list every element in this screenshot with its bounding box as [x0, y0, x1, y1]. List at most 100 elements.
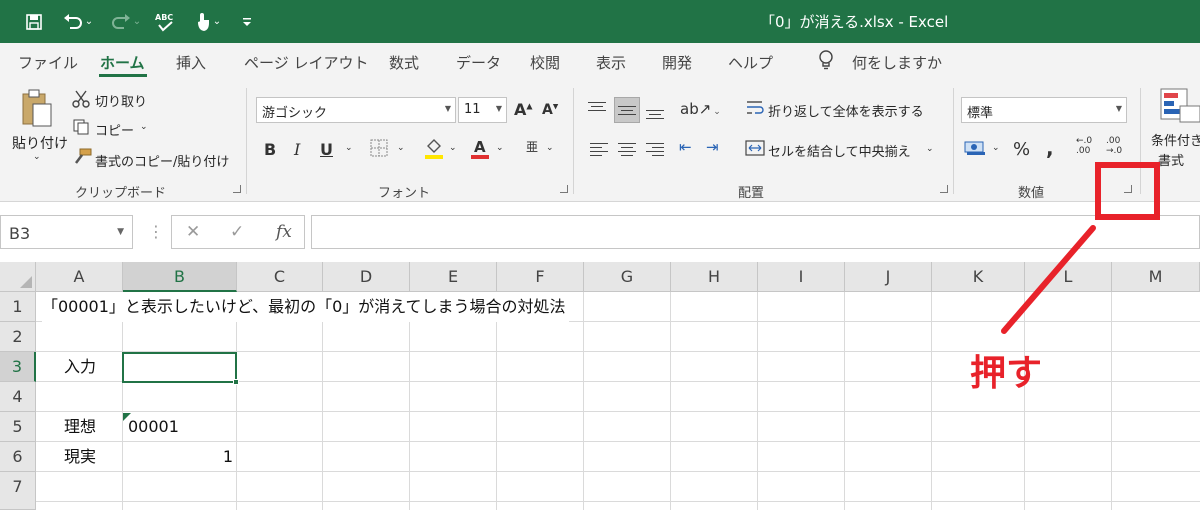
percent-style-button[interactable]: %: [1013, 139, 1030, 160]
cell-b5[interactable]: 00001: [128, 412, 179, 442]
number-format-select[interactable]: 標準 ▼: [961, 97, 1127, 123]
column-header-h[interactable]: H: [671, 262, 758, 292]
row-header-7[interactable]: 7: [0, 472, 36, 510]
decrease-decimal-icon[interactable]: .00 →.0: [1106, 136, 1122, 156]
cancel-icon[interactable]: ✕: [186, 222, 200, 242]
column-header-f[interactable]: F: [497, 262, 584, 292]
underline-dropdown-icon[interactable]: ⌄: [345, 143, 353, 153]
conditional-formatting-button[interactable]: 条件付き: [1151, 130, 1200, 149]
save-icon[interactable]: [22, 0, 46, 43]
tab-formulas[interactable]: 数式: [389, 52, 419, 73]
undo-dropdown-icon[interactable]: ⌄: [85, 16, 93, 27]
font-name-select[interactable]: 游ゴシック ▼: [256, 97, 456, 123]
lightbulb-icon[interactable]: [818, 50, 834, 70]
align-bottom-icon[interactable]: [646, 110, 664, 122]
spellcheck-icon[interactable]: ABC: [152, 0, 180, 43]
wrap-text-button[interactable]: 折り返して全体を表示する: [768, 101, 924, 120]
active-cell-b3[interactable]: [122, 352, 239, 385]
chevron-down-icon[interactable]: ▼: [117, 227, 124, 237]
row-header-4[interactable]: 4: [0, 382, 36, 412]
redo-icon[interactable]: ⌄: [106, 0, 146, 43]
column-header-a[interactable]: A: [36, 262, 123, 292]
format-painter-button[interactable]: 書式のコピー/貼り付け: [95, 151, 229, 170]
cell-a6[interactable]: 現実: [64, 442, 96, 472]
bold-button[interactable]: B: [264, 140, 276, 159]
insert-function-icon[interactable]: fx: [276, 222, 292, 242]
fill-color-dropdown-icon[interactable]: ⌄: [449, 143, 457, 153]
tab-file[interactable]: ファイル: [18, 52, 78, 73]
column-header-i[interactable]: I: [758, 262, 845, 292]
clipboard-dialog-launcher-icon[interactable]: [233, 185, 241, 193]
tab-page-layout[interactable]: ページ レイアウト: [244, 52, 368, 73]
merge-dropdown-icon[interactable]: ⌄: [926, 144, 934, 154]
font-color-dropdown-icon[interactable]: ⌄: [496, 143, 504, 153]
accounting-dropdown-icon[interactable]: ⌄: [992, 143, 1000, 153]
cell-a3[interactable]: 入力: [64, 352, 96, 382]
paste-button[interactable]: 貼り付け: [12, 133, 68, 153]
borders-icon[interactable]: [370, 139, 388, 161]
paste-dropdown-icon[interactable]: ⌄: [33, 152, 41, 162]
scissors-icon[interactable]: [72, 90, 90, 112]
copy-dropdown-icon[interactable]: ⌄: [140, 122, 148, 132]
column-header-d[interactable]: D: [323, 262, 410, 292]
column-header-g[interactable]: G: [584, 262, 671, 292]
undo-icon[interactable]: ⌄: [58, 0, 98, 43]
column-header-j[interactable]: J: [845, 262, 932, 292]
touch-mode-icon[interactable]: ⌄: [188, 0, 228, 43]
tab-insert[interactable]: 挿入: [176, 52, 206, 73]
tab-home[interactable]: ホーム: [100, 52, 145, 73]
phonetic-guide-icon[interactable]: 亜: [526, 138, 538, 155]
increase-indent-icon[interactable]: ⇥: [706, 138, 719, 156]
align-left-icon[interactable]: [590, 143, 608, 159]
accounting-format-icon[interactable]: [964, 138, 986, 160]
name-box[interactable]: B3 ▼: [0, 215, 133, 249]
copy-icon[interactable]: [72, 118, 90, 140]
tell-me-search[interactable]: 何をしますか: [852, 52, 942, 73]
enter-icon[interactable]: ✓: [230, 222, 244, 242]
customize-qat-icon[interactable]: [240, 0, 254, 43]
borders-dropdown-icon[interactable]: ⌄: [397, 143, 405, 153]
align-right-icon[interactable]: [646, 143, 664, 159]
formula-bar-grip-icon[interactable]: ⋮: [148, 222, 164, 241]
merge-center-button[interactable]: セルを結合して中央揃え: [768, 141, 911, 160]
cell-a1[interactable]: 「00001」と表示したいけど、最初の「0」が消えてしまう場合の対処法: [42, 292, 570, 322]
error-indicator-icon[interactable]: [123, 413, 131, 421]
tab-view[interactable]: 表示: [596, 52, 626, 73]
cell-a5[interactable]: 理想: [64, 412, 96, 442]
fill-handle[interactable]: [233, 379, 239, 385]
conditional-formatting-button-line2[interactable]: 書式: [1158, 150, 1184, 169]
tab-review[interactable]: 校閲: [530, 52, 560, 73]
align-center-icon[interactable]: [618, 143, 636, 159]
wrap-text-icon[interactable]: [745, 99, 765, 121]
copy-button[interactable]: コピー: [95, 120, 134, 139]
increase-font-size-icon[interactable]: A▲: [514, 100, 533, 119]
column-header-c[interactable]: C: [237, 262, 323, 292]
phonetic-dropdown-icon[interactable]: ⌄: [546, 143, 554, 153]
fill-color-icon[interactable]: [424, 137, 444, 163]
tab-data[interactable]: データ: [456, 52, 501, 73]
align-top-icon[interactable]: [588, 102, 606, 114]
comma-style-button[interactable]: ,: [1046, 136, 1054, 160]
italic-button[interactable]: I: [294, 140, 300, 159]
merge-center-icon[interactable]: [745, 139, 765, 161]
row-header-2[interactable]: 2: [0, 322, 36, 352]
format-painter-icon[interactable]: [72, 148, 92, 170]
cut-button[interactable]: 切り取り: [95, 91, 147, 110]
tab-developer[interactable]: 開発: [662, 52, 692, 73]
conditional-formatting-icon[interactable]: [1160, 88, 1200, 132]
font-dialog-launcher-icon[interactable]: [560, 185, 568, 193]
font-size-select[interactable]: 11 ▼: [458, 97, 507, 123]
row-header-5[interactable]: 5: [0, 412, 36, 442]
decrease-font-size-icon[interactable]: A▼: [542, 102, 558, 118]
row-header-3[interactable]: 3: [0, 352, 36, 382]
decrease-indent-icon[interactable]: ⇤: [679, 138, 692, 156]
column-header-l[interactable]: L: [1025, 262, 1112, 292]
alignment-dialog-launcher-icon[interactable]: [940, 185, 948, 193]
increase-decimal-icon[interactable]: ←.0.00: [1076, 136, 1092, 156]
paste-icon[interactable]: [20, 88, 54, 134]
row-header-6[interactable]: 6: [0, 442, 36, 472]
select-all-button[interactable]: [0, 262, 36, 292]
row-header-1[interactable]: 1: [0, 292, 36, 322]
column-header-b[interactable]: B: [123, 262, 237, 292]
column-header-e[interactable]: E: [410, 262, 497, 292]
